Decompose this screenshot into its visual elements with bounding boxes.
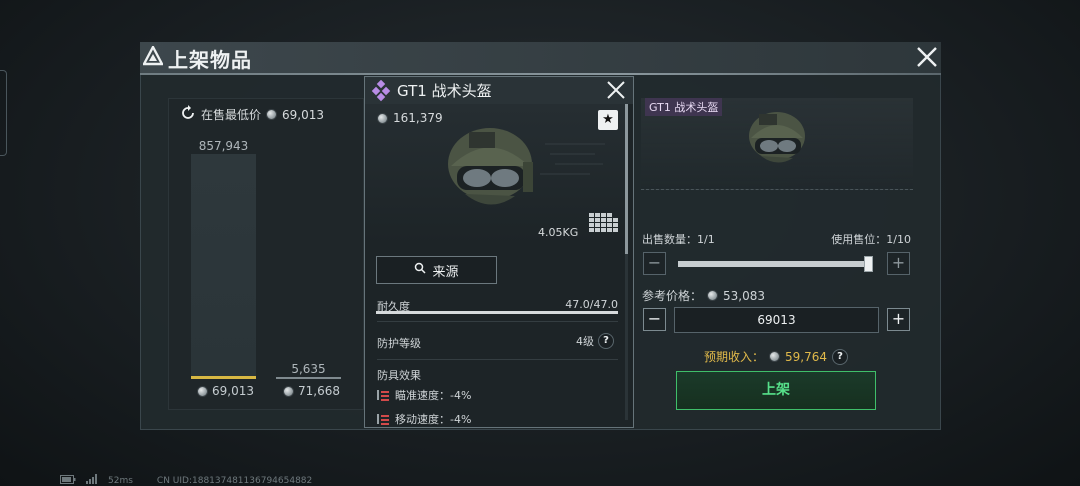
quantity-slider-handle[interactable] (864, 256, 873, 272)
effect-label: 移动速度：-4% (395, 413, 472, 426)
durability-value: 47.0/47.0 (565, 298, 618, 311)
sell-item-name-tag: GT1 战术头盔 (645, 98, 723, 116)
close-dialog-icon[interactable] (914, 44, 940, 70)
item-weight: 4.05KG (538, 226, 579, 239)
bar-price-value: 71,668 (298, 384, 340, 398)
protection-help-icon[interactable]: ? (598, 333, 614, 349)
durability-bar (376, 311, 618, 314)
debuff-icon (377, 389, 389, 401)
bar-price[interactable]: 69,013 (197, 384, 254, 398)
coin-icon (769, 351, 781, 362)
favorite-star-icon[interactable]: ★ (598, 110, 618, 130)
slots-label: 使用售位：1/10 (831, 233, 911, 246)
expected-income-help-icon[interactable]: ? (832, 348, 849, 365)
protection-value: 4级 (576, 335, 594, 348)
uid-label: CN UID:1881374811367946548​82 (156, 475, 313, 486)
quantity-increase-button[interactable]: + (887, 252, 910, 275)
stat-divider (377, 321, 618, 322)
coin-icon (266, 109, 278, 120)
item-price: 161,379 (393, 111, 443, 125)
protection-label: 防护等级 (377, 337, 421, 350)
rarity-diamond-icon (370, 79, 392, 106)
source-button-label: 来源 (432, 264, 459, 280)
effect-label: 瞄准速度：-4% (395, 389, 472, 402)
effect-row: 移动速度：-4% (377, 411, 471, 427)
dialog-header (140, 42, 941, 74)
inventory-grid-icon (589, 213, 619, 237)
helmet-image (448, 128, 605, 205)
effect-row: 瞄准速度：-4% (377, 387, 471, 403)
price-bar[interactable] (191, 154, 256, 378)
price-increase-button[interactable]: + (887, 308, 910, 331)
stat-divider (377, 359, 618, 360)
signal-icon (86, 474, 98, 486)
bar-count-label: 857,943 (198, 139, 249, 153)
lowest-price-value: 69,013 (282, 107, 325, 122)
price-bar[interactable] (276, 377, 341, 379)
header-divider (140, 73, 941, 75)
effects-title: 防具效果 (377, 369, 421, 382)
market-logo-icon (142, 44, 164, 66)
bar-price-value: 69,013 (212, 384, 254, 398)
battery-icon (60, 474, 76, 486)
coin-icon (197, 385, 208, 397)
close-popup-icon[interactable] (605, 79, 627, 101)
bar-price[interactable]: 71,668 (283, 384, 340, 398)
item-image-area (365, 104, 625, 244)
price-decrease-button[interactable]: − (643, 308, 666, 331)
bar-selected-indicator (191, 376, 256, 379)
dialog-title: 上架物品 (168, 48, 252, 72)
latency-label: 52ms (108, 475, 133, 486)
confirm-listing-button[interactable]: 上架 (676, 371, 876, 410)
side-drawer-tab[interactable] (0, 70, 7, 156)
quantity-decrease-button[interactable]: − (643, 252, 666, 275)
quantity-slider[interactable] (678, 261, 873, 267)
expected-income-label: 预期收入： (704, 350, 765, 364)
quantity-label: 出售数量：1/1 (642, 233, 715, 246)
reference-price-row: 参考价格： 53,083 (642, 287, 765, 304)
item-price-row: 161,379 (377, 111, 443, 125)
price-input[interactable]: 69013 (674, 307, 879, 333)
expected-income-row: 预期收入： 59,764 ? (704, 348, 849, 365)
source-button[interactable]: 来源 (376, 256, 497, 284)
popup-scrollbar-thumb[interactable] (625, 104, 628, 254)
coin-icon (377, 112, 388, 124)
lowest-price-label: 在售最低价 (201, 108, 262, 122)
reference-price-value: 53,083 (723, 288, 766, 303)
coin-icon (707, 290, 719, 301)
search-icon (414, 262, 427, 278)
item-name: GT1 战术头盔 (397, 82, 492, 100)
lowest-price-row: 在售最低价 69,013 (180, 105, 324, 124)
expected-income-value: 59,764 (785, 349, 828, 364)
reference-price-label: 参考价格： (642, 289, 703, 303)
debuff-icon (377, 413, 389, 425)
bar-count-label: 5,635 (291, 362, 326, 376)
refresh-icon[interactable] (180, 105, 196, 124)
status-bar: 52ms CN UID:1881374811367946548​82 (60, 474, 312, 486)
coin-icon (283, 385, 294, 397)
